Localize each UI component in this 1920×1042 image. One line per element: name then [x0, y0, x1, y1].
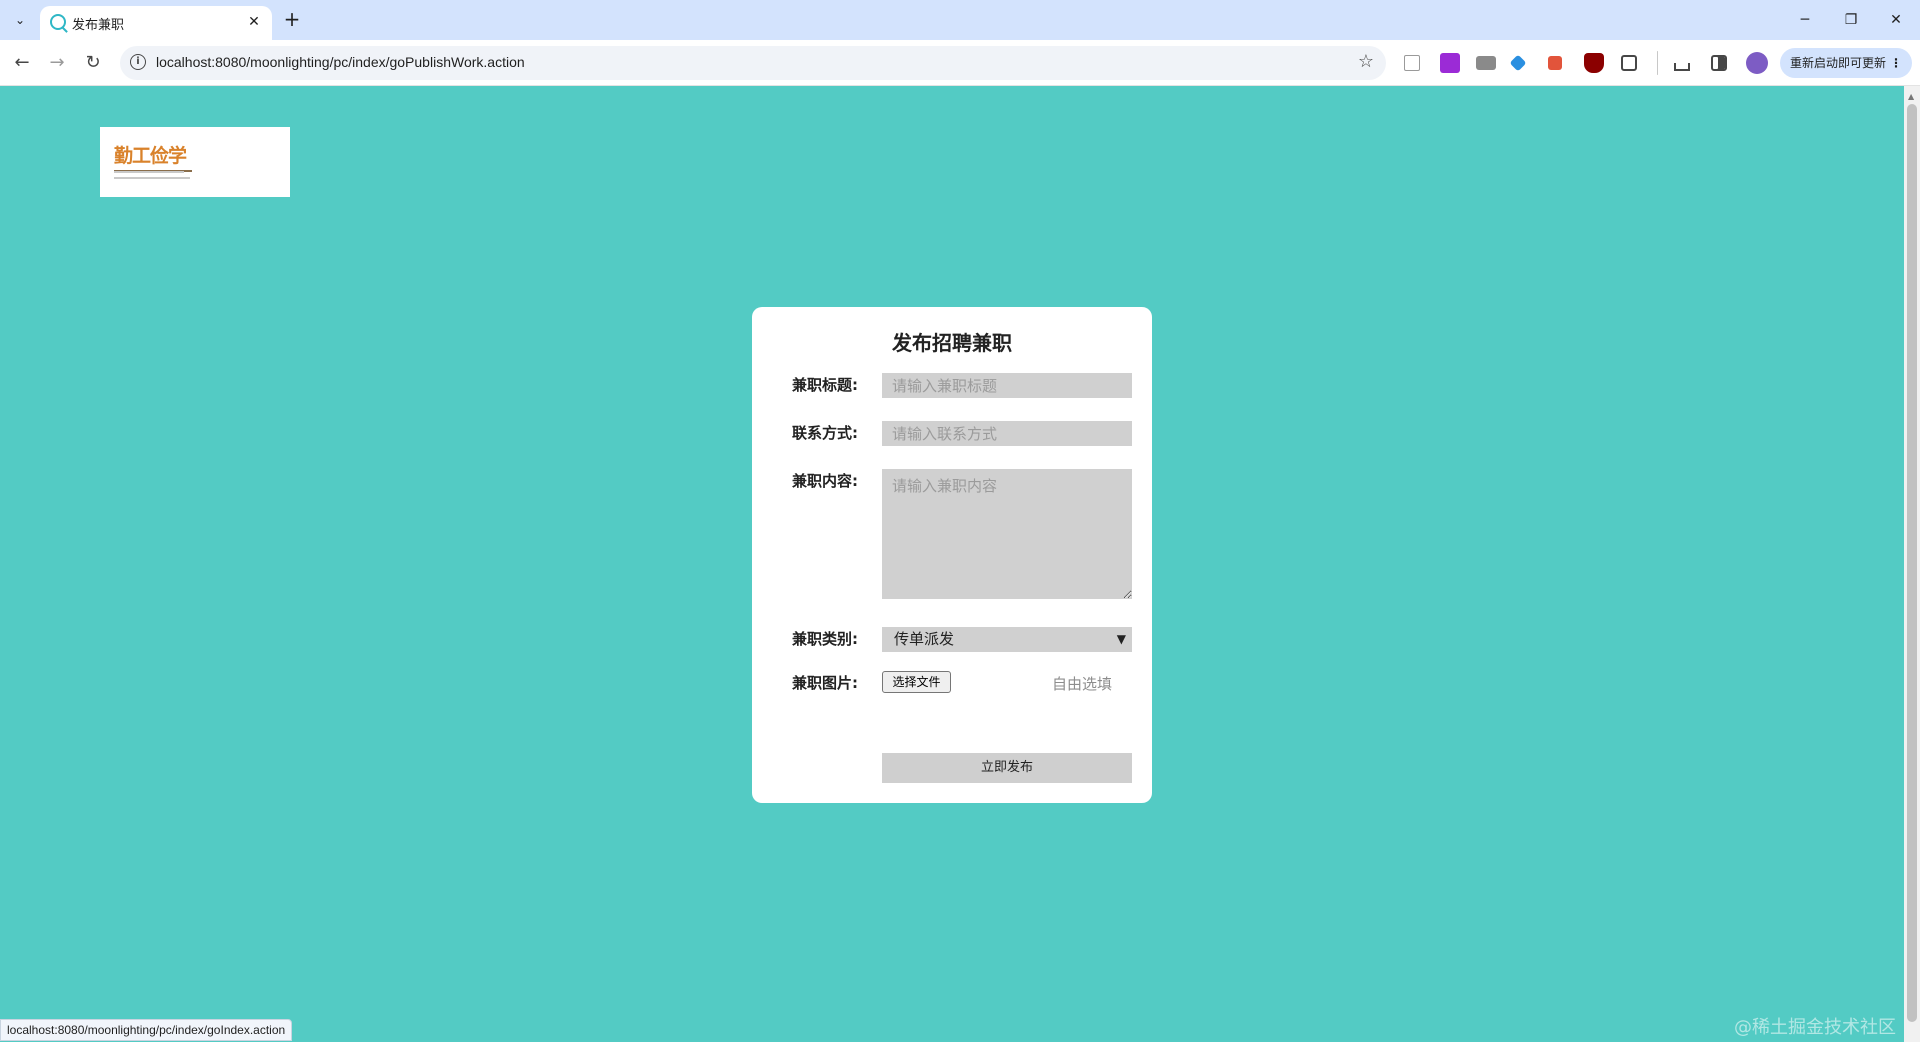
download-icon[interactable]	[1674, 63, 1690, 71]
forward-button[interactable]: →	[44, 50, 70, 76]
content-textarea[interactable]	[882, 469, 1132, 599]
status-bar-url: localhost:8080/moonlighting/pc/index/goI…	[0, 1019, 293, 1041]
job-title-label: 兼职标题:	[792, 376, 858, 394]
restore-button[interactable]: ❐	[1831, 6, 1871, 34]
logo-tagline-line	[114, 177, 190, 179]
profile-avatar[interactable]	[1746, 52, 1768, 74]
contact-label: 联系方式:	[792, 424, 858, 442]
new-tab-button[interactable]: +	[280, 8, 304, 32]
job-title-input[interactable]	[882, 373, 1132, 398]
update-button[interactable]: 重新启动即可更新 ⋮	[1780, 48, 1912, 78]
tab-strip: ⌄ 发布兼职 ✕ + ─ ❐ ✕	[0, 0, 1920, 40]
bookmark-star-icon[interactable]: ☆	[1358, 51, 1374, 72]
scrollbar-thumb[interactable]	[1907, 104, 1917, 1022]
image-optional-hint: 自由选填	[1052, 675, 1113, 693]
logo-tagline-line	[114, 171, 184, 173]
chevron-down-icon: ▼	[1116, 632, 1126, 646]
site-logo[interactable]: 勤工俭学	[100, 127, 290, 197]
address-url[interactable]: localhost:8080/moonlighting/pc/index/goP…	[156, 54, 525, 70]
category-selected-value: 传单派发	[894, 630, 955, 648]
minimize-button[interactable]: ─	[1785, 6, 1825, 34]
layers-extension-icon[interactable]	[1509, 54, 1527, 72]
content-label: 兼职内容:	[792, 472, 858, 490]
close-window-button[interactable]: ✕	[1876, 6, 1916, 34]
ublock-shield-icon[interactable]	[1584, 53, 1604, 73]
image-label: 兼职图片:	[792, 674, 858, 692]
browser-toolbar: ← → ↻ i localhost:8080/moonlighting/pc/i…	[0, 40, 1920, 86]
tab-close-icon[interactable]: ✕	[244, 12, 264, 32]
update-button-label: 重新启动即可更新	[1790, 56, 1887, 70]
publish-button[interactable]: 立即发布	[882, 753, 1132, 783]
choose-file-button[interactable]: 选择文件	[882, 671, 951, 693]
red-extension-icon[interactable]	[1548, 56, 1562, 70]
more-menu-icon[interactable]: ⋮	[1890, 48, 1902, 78]
window-extension-icon[interactable]	[1476, 56, 1496, 70]
active-tab[interactable]: 发布兼职 ✕	[40, 6, 272, 40]
scroll-up-icon[interactable]: ▲	[1908, 92, 1914, 101]
reload-button[interactable]: ↻	[80, 50, 106, 76]
page-scrollbar[interactable]: ▲	[1904, 86, 1920, 1042]
tab-search-button[interactable]: ⌄	[8, 8, 32, 32]
rp-extension-icon[interactable]	[1440, 53, 1460, 73]
back-button[interactable]: ←	[9, 50, 35, 76]
publish-form-card: 发布招聘兼职 兼职标题: 联系方式: 兼职内容: 兼职类别: 传单派发 ▼ 兼职…	[752, 307, 1152, 803]
category-select[interactable]: 传单派发 ▼	[882, 627, 1132, 652]
tab-title: 发布兼职	[72, 18, 125, 33]
tab-favicon-icon	[50, 14, 66, 30]
extensions-puzzle-icon[interactable]	[1621, 55, 1637, 71]
address-bar[interactable]: i localhost:8080/moonlighting/pc/index/g…	[120, 46, 1386, 80]
toolbar-divider	[1657, 51, 1658, 75]
watermark: @稀土掘金技术社区	[1734, 1017, 1896, 1038]
form-title: 发布招聘兼职	[892, 331, 1012, 355]
category-label: 兼职类别:	[792, 630, 858, 648]
logo-text: 勤工俭学	[114, 141, 193, 172]
cursor-extension-icon[interactable]	[1404, 55, 1420, 71]
side-panel-icon[interactable]	[1711, 55, 1727, 71]
contact-input[interactable]	[882, 421, 1132, 446]
site-info-icon[interactable]: i	[130, 54, 146, 70]
